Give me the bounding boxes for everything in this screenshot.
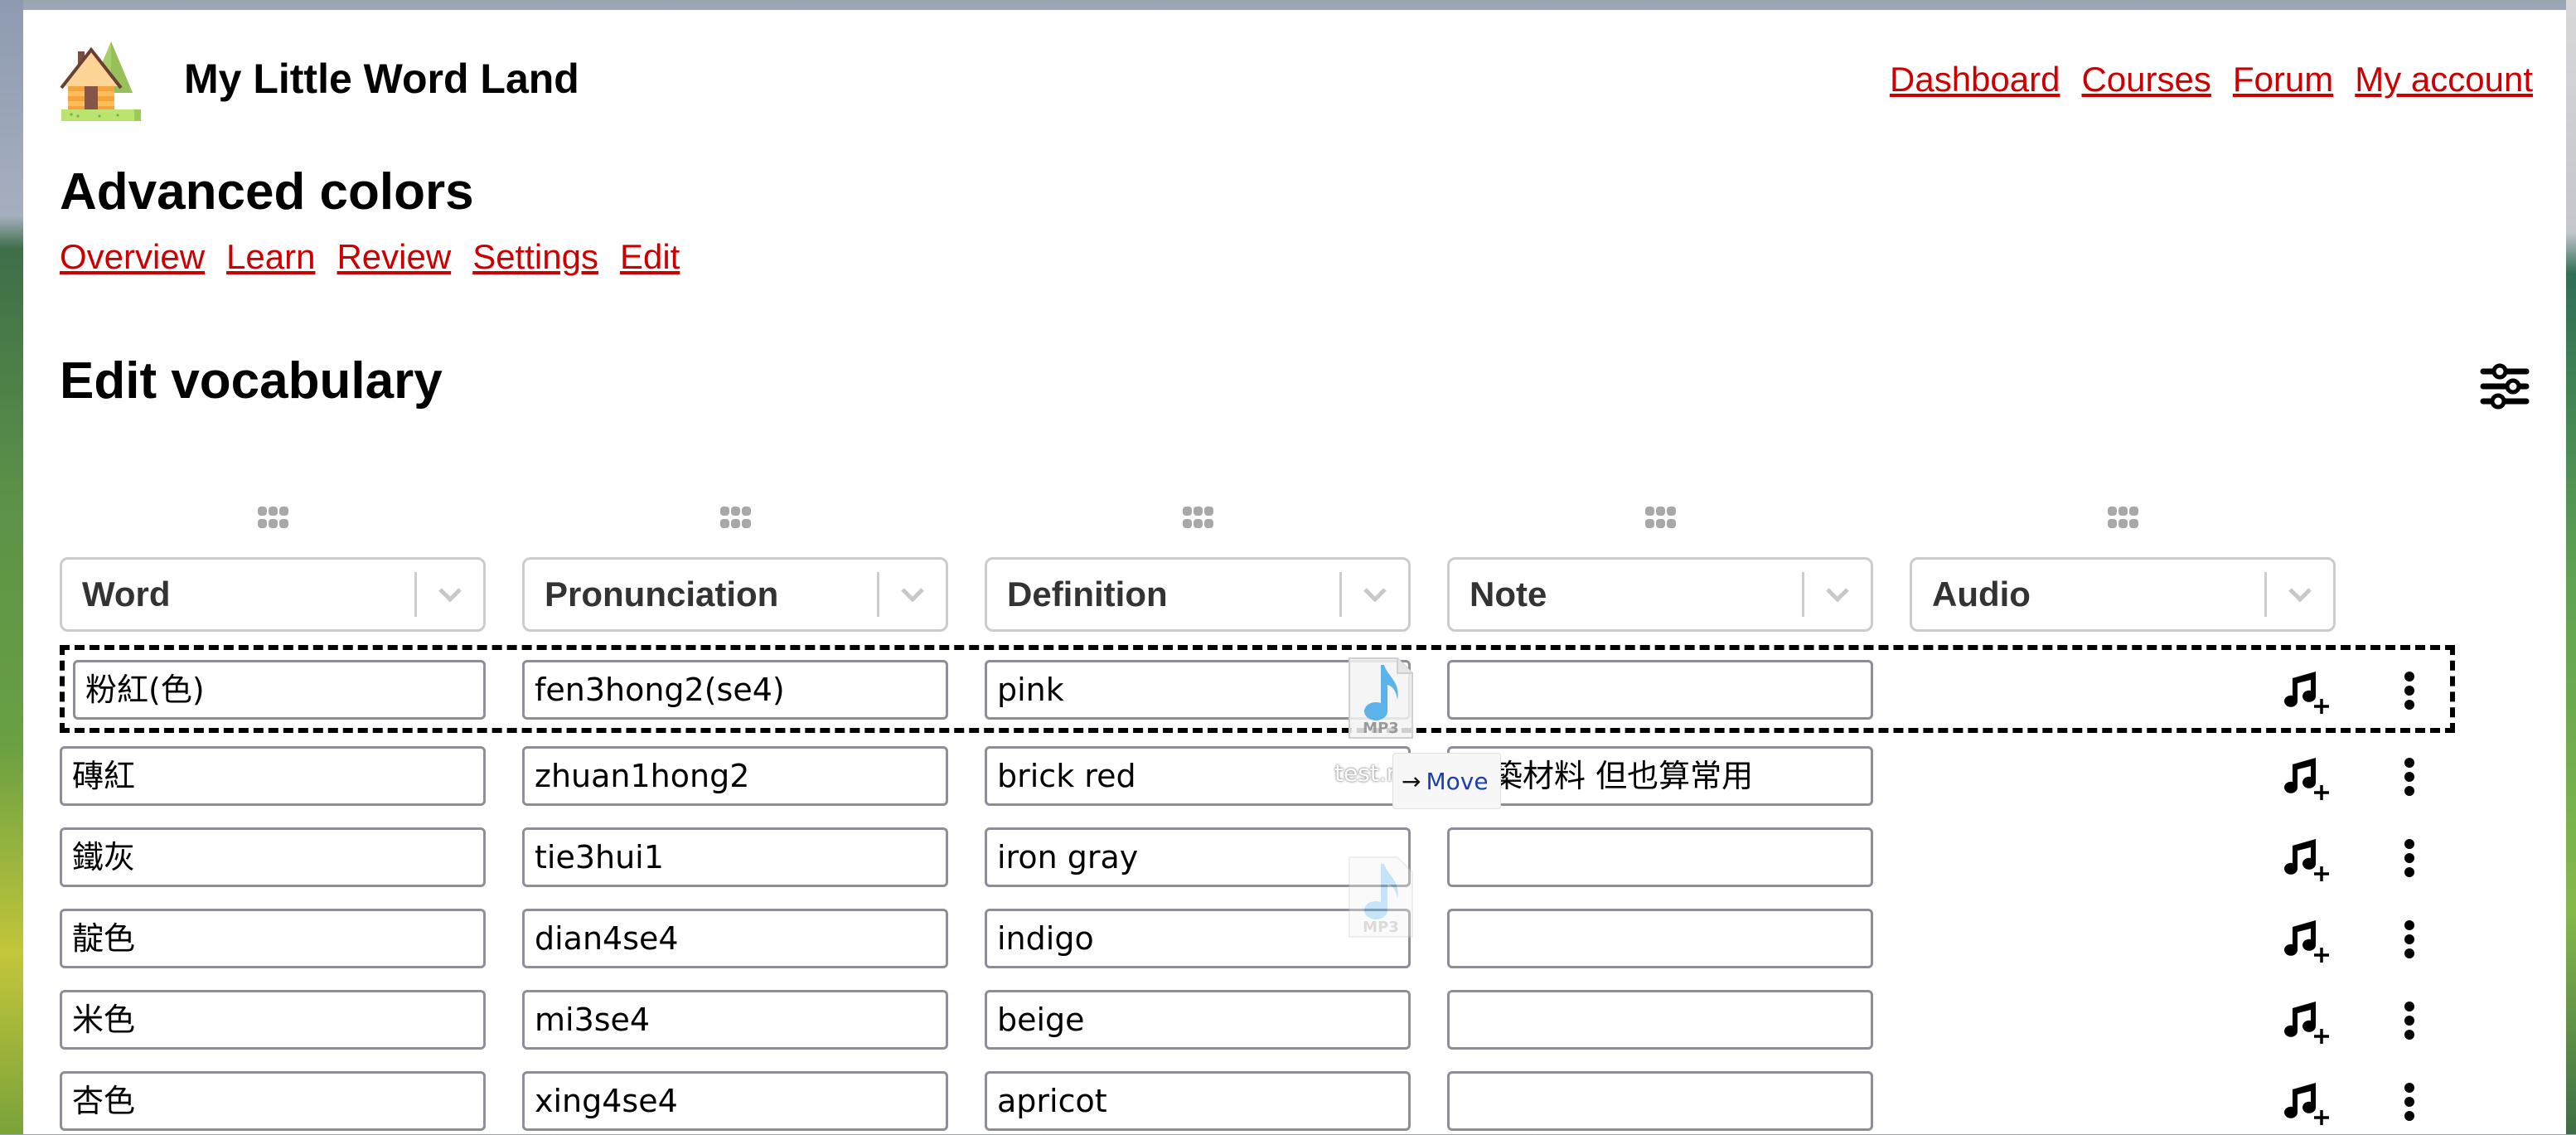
word-input[interactable]: 靛色 (60, 909, 486, 968)
pronunciation-input[interactable]: tie3hui1 (522, 827, 948, 887)
column-drag-handle-word[interactable] (257, 506, 290, 529)
add-audio-icon[interactable] (2281, 990, 2334, 1050)
column-header-definition[interactable]: Definition (985, 557, 1411, 632)
drag-filename: test.n (1334, 759, 1402, 787)
chevron-down-icon[interactable] (879, 587, 946, 602)
column-header-word[interactable]: Word (60, 557, 486, 632)
chevron-down-icon[interactable] (1342, 587, 1408, 602)
word-input[interactable]: 鐵灰 (60, 827, 486, 887)
note-input[interactable] (1447, 909, 1873, 968)
move-label: Move (1426, 767, 1489, 795)
house-tree-logo-icon[interactable] (58, 35, 144, 121)
definition-input[interactable]: beige (985, 990, 1411, 1050)
column-drag-handle-note[interactable] (1644, 506, 1678, 529)
site-title: My Little Word Land (184, 56, 579, 102)
pronunciation-input[interactable]: dian4se4 (522, 909, 948, 968)
tab-review[interactable]: Review (337, 237, 451, 277)
note-input[interactable]: 建築材料 但也算常用 (1447, 746, 1873, 806)
column-header-audio[interactable]: Audio (1910, 557, 2336, 632)
arrow-right-icon: → (1402, 767, 1421, 795)
tab-edit[interactable]: Edit (620, 237, 680, 277)
dragged-mp3-file-ghost-icon: MP3 (1346, 856, 1416, 939)
note-input[interactable] (1447, 1071, 1873, 1131)
more-vertical-icon[interactable] (2397, 990, 2422, 1050)
column-header-label: Note (1470, 575, 1547, 614)
pronunciation-input[interactable]: fen3hong2(se4) (522, 660, 948, 720)
add-audio-icon[interactable] (2281, 827, 2334, 887)
chevron-down-icon[interactable] (2267, 587, 2333, 602)
column-header-label: Definition (1007, 575, 1168, 614)
definition-input[interactable]: apricot (985, 1071, 1411, 1131)
pronunciation-input[interactable]: xing4se4 (522, 1071, 948, 1131)
word-input[interactable]: 米色 (60, 990, 486, 1050)
add-audio-icon[interactable] (2281, 746, 2334, 806)
tab-learn[interactable]: Learn (226, 237, 315, 277)
course-title: Advanced colors (60, 163, 474, 221)
sliders-icon[interactable] (2478, 361, 2531, 411)
background-scenery-left (0, 0, 23, 1134)
word-input[interactable]: 杏色 (60, 1071, 486, 1131)
course-tabs: Overview Learn Review Settings Edit (60, 237, 680, 277)
word-input[interactable]: 粉紅(色) (73, 660, 486, 720)
note-input[interactable] (1447, 660, 1873, 720)
nav-courses[interactable]: Courses (2081, 60, 2210, 99)
column-header-note[interactable]: Note (1447, 557, 1873, 632)
nav-forum[interactable]: Forum (2233, 60, 2333, 99)
tab-settings[interactable]: Settings (472, 237, 598, 277)
svg-text:MP3: MP3 (1363, 919, 1399, 936)
more-vertical-icon[interactable] (2397, 909, 2422, 968)
svg-text:MP3: MP3 (1363, 720, 1399, 737)
drag-move-tooltip: → Move (1392, 753, 1501, 809)
note-input[interactable] (1447, 990, 1873, 1050)
column-drag-handle-pronunciation[interactable] (719, 506, 753, 529)
pronunciation-input[interactable]: mi3se4 (522, 990, 948, 1050)
background-scenery-right (2566, 0, 2576, 1134)
column-header-pronunciation[interactable]: Pronunciation (522, 557, 948, 632)
column-header-label: Audio (1932, 575, 2031, 614)
dragged-mp3-file-icon: MP3 (1346, 657, 1416, 740)
chevron-down-icon[interactable] (1804, 587, 1871, 602)
add-audio-icon[interactable] (2281, 660, 2334, 720)
nav-dashboard[interactable]: Dashboard (1890, 60, 2060, 99)
more-vertical-icon[interactable] (2397, 1071, 2422, 1131)
nav-my-account[interactable]: My account (2355, 60, 2533, 99)
word-input[interactable]: 磚紅 (60, 746, 486, 806)
note-input[interactable] (1447, 827, 1873, 887)
column-drag-handle-definition[interactable] (1182, 506, 1215, 529)
pronunciation-input[interactable]: zhuan1hong2 (522, 746, 948, 806)
top-navigation: Dashboard Courses Forum My account (1890, 60, 2533, 99)
add-audio-icon[interactable] (2281, 1071, 2334, 1131)
column-header-label: Pronunciation (545, 575, 779, 614)
add-audio-icon[interactable] (2281, 909, 2334, 968)
chevron-down-icon[interactable] (417, 587, 483, 602)
more-vertical-icon[interactable] (2397, 746, 2422, 806)
column-drag-handle-audio[interactable] (2107, 506, 2140, 529)
more-vertical-icon[interactable] (2397, 660, 2422, 720)
more-vertical-icon[interactable] (2397, 827, 2422, 887)
tab-overview[interactable]: Overview (60, 237, 205, 277)
section-title: Edit vocabulary (60, 352, 443, 410)
column-header-label: Word (82, 575, 171, 614)
